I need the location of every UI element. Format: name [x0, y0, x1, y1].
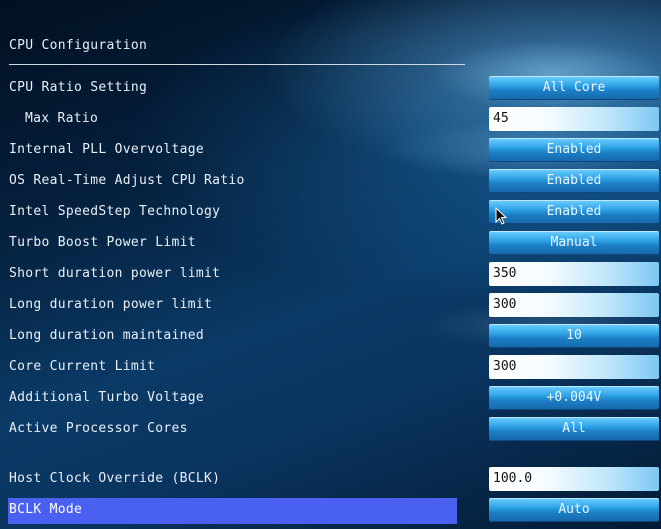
pll-overvoltage-select[interactable]: Enabled	[489, 138, 659, 162]
setting-row-active-cores[interactable]: Active Processor Cores All	[0, 417, 661, 443]
setting-label: Core Current Limit	[9, 359, 156, 374]
setting-row-core-current-limit[interactable]: Core Current Limit 300	[0, 355, 661, 381]
setting-label: Turbo Boost Power Limit	[9, 235, 196, 250]
setting-row-cpu-ratio[interactable]: CPU Ratio Setting All Core	[0, 76, 661, 102]
long-duration-maintained-select[interactable]: 10	[489, 324, 659, 348]
setting-label: Additional Turbo Voltage	[9, 390, 205, 405]
setting-row-turbo-power-limit[interactable]: Turbo Boost Power Limit Manual	[0, 231, 661, 257]
setting-label: Long duration power limit	[9, 297, 213, 312]
setting-row-short-duration-limit[interactable]: Short duration power limit 350	[0, 262, 661, 288]
core-current-limit-input[interactable]: 300	[489, 355, 659, 379]
mouse-pointer-icon	[495, 207, 507, 225]
setting-row-os-realtime-ratio[interactable]: OS Real-Time Adjust CPU Ratio Enabled	[0, 169, 661, 195]
setting-label: BCLK Mode	[9, 502, 83, 517]
bclk-mode-select[interactable]: Auto	[489, 498, 659, 522]
turbo-power-limit-select[interactable]: Manual	[489, 231, 659, 255]
section-title: CPU Configuration	[9, 38, 148, 53]
setting-label: Host Clock Override (BCLK)	[9, 471, 221, 486]
setting-row-turbo-voltage[interactable]: Additional Turbo Voltage +0.004V	[0, 386, 661, 412]
short-duration-limit-input[interactable]: 350	[489, 262, 659, 286]
setting-label: Internal PLL Overvoltage	[9, 142, 205, 157]
active-cores-select[interactable]: All	[489, 417, 659, 441]
setting-row-pll-overvoltage[interactable]: Internal PLL Overvoltage Enabled	[0, 138, 661, 164]
setting-label: CPU Ratio Setting	[9, 80, 148, 95]
cpu-ratio-select[interactable]: All Core	[489, 76, 659, 100]
bclk-override-input[interactable]: 100.0	[489, 467, 659, 491]
setting-row-bclk-override[interactable]: Host Clock Override (BCLK) 100.0	[0, 467, 661, 493]
setting-row-max-ratio[interactable]: Max Ratio 45	[0, 107, 661, 133]
section-divider	[9, 64, 465, 65]
setting-label: Intel SpeedStep Technology	[9, 204, 221, 219]
setting-label: Long duration maintained	[9, 328, 205, 343]
setting-label: Short duration power limit	[9, 266, 221, 281]
setting-row-speedstep[interactable]: Intel SpeedStep Technology Enabled	[0, 200, 661, 226]
setting-row-long-duration-maintained[interactable]: Long duration maintained 10	[0, 324, 661, 350]
turbo-voltage-select[interactable]: +0.004V	[489, 386, 659, 410]
setting-label: OS Real-Time Adjust CPU Ratio	[9, 173, 245, 188]
speedstep-select[interactable]: Enabled	[489, 200, 659, 224]
long-duration-limit-input[interactable]: 300	[489, 293, 659, 317]
max-ratio-input[interactable]: 45	[489, 107, 659, 131]
setting-label: Max Ratio	[25, 111, 99, 126]
setting-row-long-duration-limit[interactable]: Long duration power limit 300	[0, 293, 661, 319]
setting-label: Active Processor Cores	[9, 421, 188, 436]
setting-row-bclk-mode[interactable]: BCLK Mode Auto	[0, 498, 661, 524]
os-realtime-ratio-select[interactable]: Enabled	[489, 169, 659, 193]
